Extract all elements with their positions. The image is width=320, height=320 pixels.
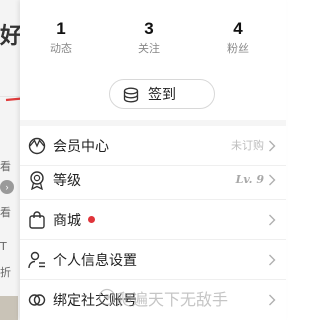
menu-item-label: 个人信息设置 xyxy=(53,252,137,268)
checkin-button[interactable]: 签到 xyxy=(109,79,215,109)
background-text-fragment: 折 xyxy=(0,266,11,279)
stat-count: 4 xyxy=(233,19,243,38)
chevron-right-icon xyxy=(269,140,276,152)
stat-count: 3 xyxy=(144,19,154,38)
shopping-bag-icon xyxy=(29,211,45,229)
watermark-logo-icon xyxy=(98,288,116,306)
chevron-right-icon xyxy=(269,214,276,226)
background-text-fragment: 看 xyxy=(0,206,11,219)
menu-item-profile-settings[interactable]: 个人信息设置 xyxy=(20,240,286,280)
chevron-right-icon xyxy=(269,254,276,266)
watermark-text: 爬遍天下无敌手 xyxy=(116,290,229,309)
stat-followers[interactable]: 4 粉丝 xyxy=(198,18,278,56)
chevron-right-icon xyxy=(269,174,276,186)
coin-stack-icon xyxy=(123,87,139,103)
level-badge-icon xyxy=(30,171,44,190)
background-thumbnail xyxy=(0,296,18,320)
checkin-label: 签到 xyxy=(148,86,176,102)
vip-icon xyxy=(28,137,46,155)
stat-label: 动态 xyxy=(50,43,72,55)
menu-item-mall[interactable]: 商城 xyxy=(20,200,286,240)
notification-dot xyxy=(88,216,95,223)
background-badge-icon: › xyxy=(0,180,14,194)
chevron-right-icon xyxy=(269,294,276,306)
background-title-fragment: 好 xyxy=(0,24,20,49)
stat-following[interactable]: 3 关注 xyxy=(109,18,189,56)
stats-row: 1 动态 3 关注 4 粉丝 xyxy=(20,18,286,62)
menu-item-label: 商城 xyxy=(53,212,81,228)
menu-item-label: 等级 xyxy=(53,172,81,188)
stat-posts[interactable]: 1 动态 xyxy=(21,18,101,56)
user-settings-icon xyxy=(28,251,45,269)
level-value: Lv. 9 xyxy=(235,173,264,186)
link-icon xyxy=(28,294,46,306)
background-text-fragment: 看 xyxy=(0,160,11,173)
background-page: 好 看 › 看 T 折 xyxy=(0,0,20,320)
background-text-fragment: T xyxy=(0,240,7,253)
menu-item-level[interactable]: 等级 Lv. 9 xyxy=(20,160,286,200)
stat-label: 关注 xyxy=(138,43,160,55)
stat-label: 粉丝 xyxy=(227,43,249,55)
stat-count: 1 xyxy=(56,19,66,38)
user-drawer-panel: 1 动态 3 关注 4 粉丝 签到 会员中心 未订购 等级 Lv. 9 商城 个… xyxy=(20,0,286,320)
